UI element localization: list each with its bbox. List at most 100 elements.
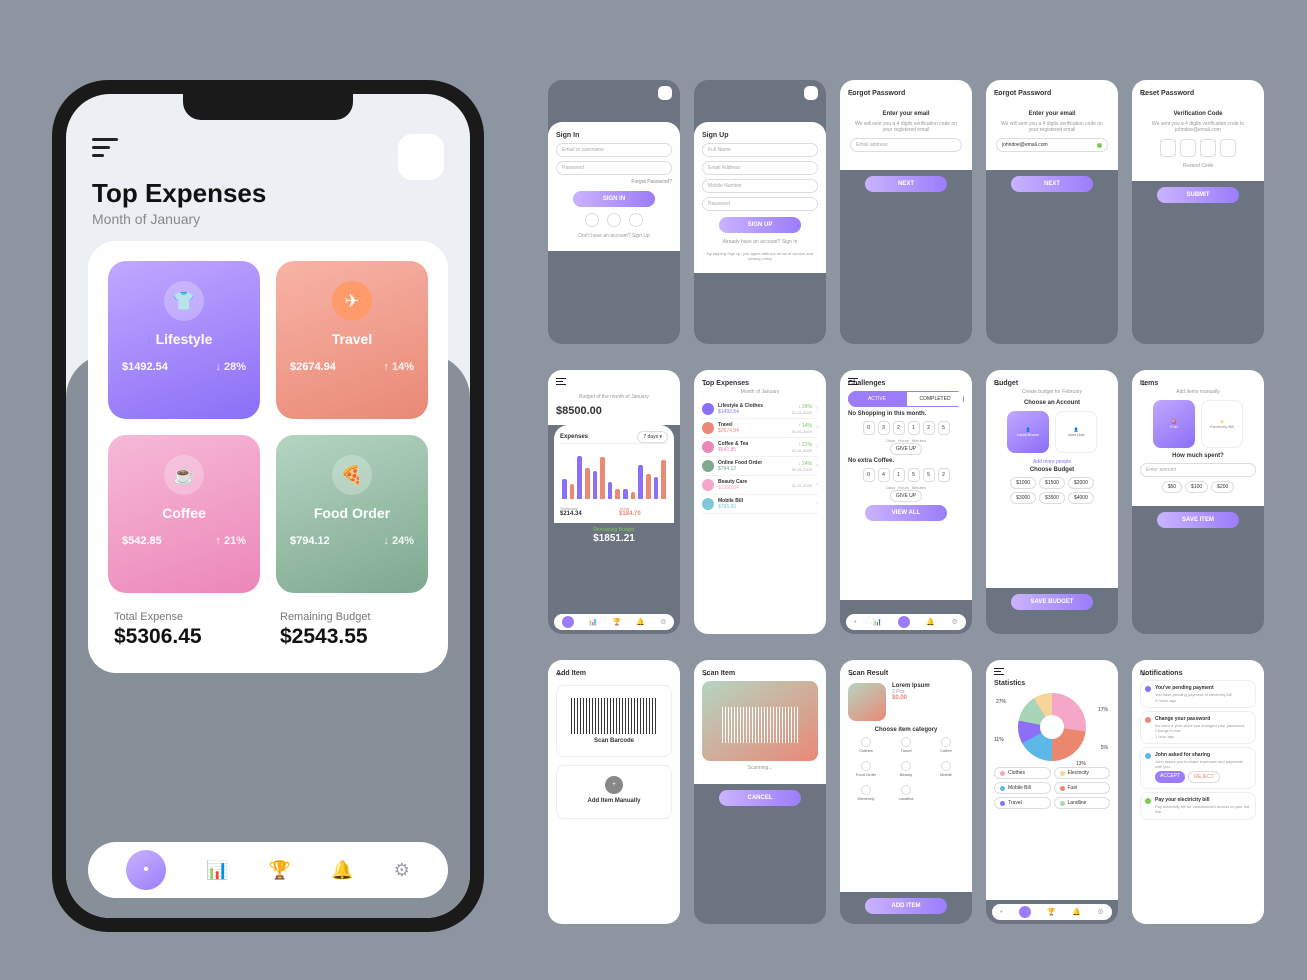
category-option[interactable]: Clothes — [848, 737, 884, 757]
screen-scan-result[interactable]: ← Scan Result Lorem Ipsum 2 Pcs $0.00 Ch… — [840, 660, 972, 924]
screen-sign-up[interactable]: Sign Up Full Name Email Address Mobile N… — [694, 80, 826, 344]
mobile-field[interactable]: Mobile Number — [702, 179, 818, 193]
add-item-button[interactable]: ADD ITEM — [865, 898, 946, 914]
list-item[interactable]: Travel$2674.94↑ 14%31-01-2020› — [702, 419, 818, 438]
account-card[interactable]: 👤John Doe — [1055, 411, 1097, 453]
social-icon[interactable] — [585, 213, 599, 227]
tile-travel[interactable]: ✈ Travel $2674.94↑ 14% — [276, 261, 428, 419]
screen-sign-in[interactable]: Sign In Email or username Password Forgo… — [548, 80, 680, 344]
nav-stats-icon[interactable]: 📊 — [589, 618, 598, 626]
email-field[interactable]: Email address — [850, 138, 962, 152]
nav-trophy-icon[interactable]: 🏆 — [612, 618, 621, 626]
category-option[interactable]: Mobile — [928, 761, 964, 781]
save-item-button[interactable]: SAVE ITEM — [1157, 512, 1238, 528]
nav-gear-icon[interactable]: ⚙ — [394, 860, 410, 881]
legend-item[interactable]: Travel — [994, 797, 1051, 809]
signin-link[interactable]: Already have an account? Sign In — [702, 239, 818, 245]
social-icon[interactable] — [629, 213, 643, 227]
tile-coffee[interactable]: ☕ Coffee $542.85↑ 21% — [108, 435, 260, 593]
avatar[interactable] — [658, 376, 672, 390]
resend-code-link[interactable]: Resend Code — [1142, 163, 1254, 169]
sign-in-button[interactable]: SIGN IN — [573, 191, 654, 207]
menu-icon[interactable] — [556, 378, 566, 387]
screen-add-item[interactable]: ← Add Item Scan Barcode + Add Item Manua… — [548, 660, 680, 924]
back-icon[interactable]: ← — [556, 668, 565, 678]
nav-trophy-icon[interactable]: 🏆 — [269, 860, 291, 881]
nav-gear-icon[interactable]: ⚙ — [660, 618, 666, 626]
list-item[interactable]: Beauty Care$1380.6431-01-2020› — [702, 476, 818, 495]
screen-budget-overview[interactable]: Budget of the month of January $8500.00 … — [548, 370, 680, 634]
scan-barcode-card[interactable]: Scan Barcode — [556, 685, 672, 757]
list-item[interactable]: Lifestyle & Clothes$1492.54↓ 28%31-01-20… — [702, 400, 818, 419]
submit-button[interactable]: SUBMIT — [1157, 187, 1238, 203]
list-item[interactable]: Coffee & Tea$542.85↑ 21%31-01-2020› — [702, 438, 818, 457]
back-icon[interactable]: ← — [702, 378, 711, 388]
tile-lifestyle[interactable]: 👕 Lifestyle $1492.54↓ 28% — [108, 261, 260, 419]
tab-segment[interactable]: ACTIVECOMPLETED — [848, 391, 964, 407]
screen-notifications[interactable]: ← Notifications You've pending paymentYo… — [1132, 660, 1264, 924]
avatar[interactable] — [398, 134, 444, 180]
menu-icon[interactable] — [92, 138, 118, 156]
screen-forgot-password-filled[interactable]: ← Forgot Password Enter your email We wi… — [986, 80, 1118, 344]
avatar[interactable] — [658, 86, 672, 100]
password-field[interactable]: Password — [702, 197, 818, 211]
nav-home-icon[interactable] — [562, 616, 574, 628]
screen-items[interactable]: ← Items Add items manually ⛽Fuel ⚡Electr… — [1132, 370, 1264, 634]
back-icon[interactable]: ← — [848, 88, 857, 98]
legend-item[interactable]: Fuel — [1054, 782, 1111, 794]
notification-item[interactable]: You've pending paymentYou have pending p… — [1140, 680, 1256, 708]
period-dropdown[interactable]: 7 days ▾ — [637, 431, 668, 443]
screen-top-expenses-list[interactable]: ← Top Expenses Month of January Lifestyl… — [694, 370, 826, 634]
back-icon[interactable]: ← — [994, 88, 1003, 98]
back-icon[interactable]: ← — [1140, 88, 1149, 98]
account-card[interactable]: 👤Linda Brown — [1007, 411, 1049, 453]
screen-statistics[interactable]: Statistics 27% 17% 11% 5% 13% ClothesEle… — [986, 660, 1118, 924]
tile-food-order[interactable]: 🍕 Food Order $794.12↓ 24% — [276, 435, 428, 593]
list-item[interactable]: Online Food Order$794.12↓ 24%31-01-2020› — [702, 457, 818, 476]
back-icon[interactable]: ← — [848, 668, 857, 678]
next-button[interactable]: NEXT — [1011, 176, 1092, 192]
legend-item[interactable]: Electricity — [1054, 767, 1111, 779]
legend-item[interactable]: Clothes — [994, 767, 1051, 779]
nav-bell-icon[interactable]: 🔔 — [636, 618, 645, 626]
notification-item[interactable]: Change your passwordIt's been a year sin… — [1140, 711, 1256, 744]
legend-item[interactable]: Mobile Bill — [994, 782, 1051, 794]
nav-stats-icon[interactable]: 📊 — [206, 860, 228, 881]
item-tile-fuel[interactable]: ⛽Fuel — [1153, 400, 1195, 448]
nav-home-icon[interactable]: • — [126, 850, 166, 890]
email-field[interactable]: Email or username — [556, 143, 672, 157]
avatar[interactable] — [1096, 666, 1110, 680]
nav-bell-icon[interactable]: 🔔 — [331, 860, 353, 881]
cancel-button[interactable]: CANCEL — [719, 790, 800, 806]
menu-icon[interactable] — [994, 668, 1004, 677]
code-inputs[interactable] — [1142, 139, 1254, 157]
screen-budget-create[interactable]: ← Budget Create budget for February Choo… — [986, 370, 1118, 634]
sign-up-button[interactable]: SIGN UP — [719, 217, 800, 233]
screen-scan-item[interactable]: ← Scan Item Scanning... CANCEL — [694, 660, 826, 924]
back-icon[interactable]: ← — [1140, 378, 1149, 388]
notification-item[interactable]: Pay your electricity billPay electricity… — [1140, 792, 1256, 820]
list-item[interactable]: Mobile Bill$785.00› — [702, 495, 818, 514]
category-option[interactable]: Electricity — [848, 785, 884, 805]
back-icon[interactable]: ← — [1140, 668, 1149, 678]
fullname-field[interactable]: Full Name — [702, 143, 818, 157]
legend-item[interactable]: Landline — [1054, 797, 1111, 809]
give-up-button[interactable]: GIVE UP — [890, 443, 922, 455]
add-people-link[interactable]: Add more people — [994, 459, 1110, 465]
password-field[interactable]: Password — [556, 161, 672, 175]
email-field[interactable]: Email Address — [702, 161, 818, 175]
category-option[interactable]: Food Order — [848, 761, 884, 781]
menu-icon[interactable] — [848, 378, 858, 387]
add-manually-card[interactable]: + Add Item Manually — [556, 765, 672, 819]
signup-link[interactable]: Don't have an account? Sign Up — [556, 233, 672, 239]
avatar[interactable] — [804, 86, 818, 100]
category-option[interactable]: Travel — [888, 737, 924, 757]
social-icon[interactable] — [607, 213, 621, 227]
screen-forgot-password[interactable]: ← Forgot Password Enter your email We wi… — [840, 80, 972, 344]
view-all-button[interactable]: VIEW ALL — [865, 505, 946, 521]
next-button[interactable]: NEXT — [865, 176, 946, 192]
amount-field[interactable]: Enter amount — [1140, 463, 1256, 477]
email-field[interactable]: johndoe@email.com — [996, 138, 1108, 152]
category-option[interactable]: Landline — [888, 785, 924, 805]
back-icon[interactable]: ← — [702, 668, 711, 678]
